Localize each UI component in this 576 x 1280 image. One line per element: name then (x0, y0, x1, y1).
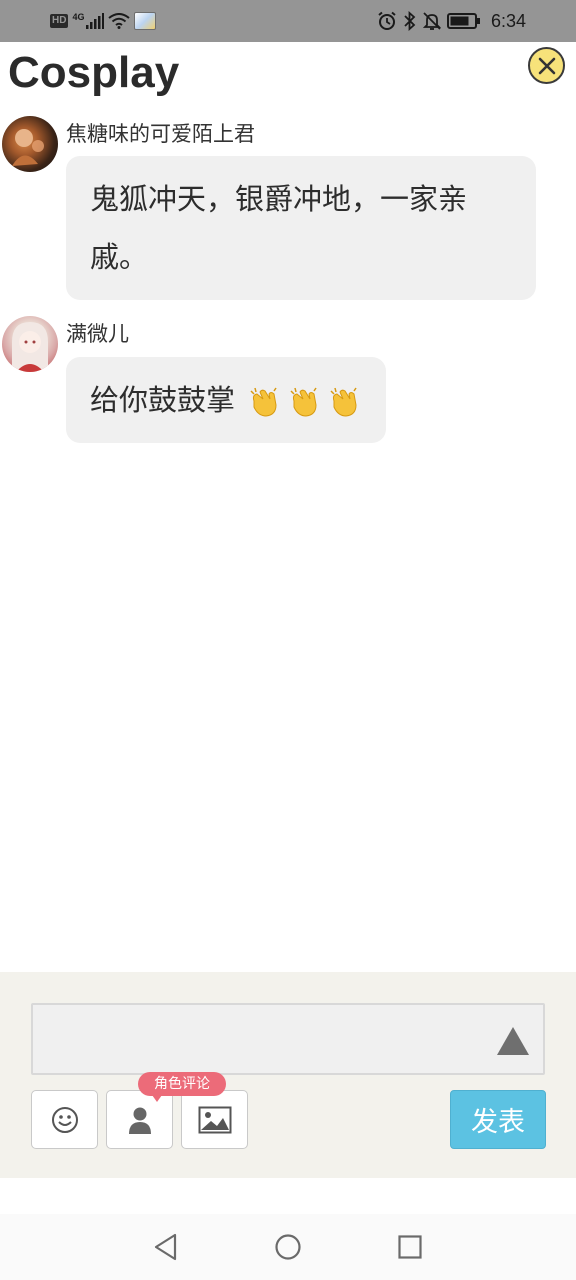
comment-bubble: 给你鼓鼓掌 (66, 357, 387, 443)
notification-app-icon (134, 12, 157, 30)
comment-input[interactable] (43, 1015, 483, 1065)
person-icon (128, 1107, 151, 1134)
status-bar: HD 4G 6:34 (0, 0, 576, 42)
page-title: Cosplay (8, 48, 180, 97)
recents-square-icon[interactable] (395, 1232, 425, 1262)
expand-triangle-icon[interactable] (495, 1023, 531, 1059)
avatar[interactable] (2, 116, 58, 172)
comment-username[interactable]: 满微儿 (66, 320, 129, 348)
home-circle-icon[interactable] (273, 1232, 303, 1262)
image-icon (198, 1106, 231, 1133)
close-button[interactable] (528, 47, 565, 84)
comment-input-box (31, 1003, 545, 1075)
back-triangle-icon[interactable] (151, 1232, 181, 1262)
battery-icon (446, 13, 480, 29)
emoji-button[interactable] (31, 1090, 98, 1149)
status-right-group: 6:34 (377, 9, 526, 33)
mute-bell-icon (422, 12, 441, 30)
comment-text-line: 鬼狐冲天，银爵冲地，一家亲 (90, 182, 468, 216)
comment-text: 给你鼓鼓掌 (90, 383, 236, 417)
comment-text-line: 戚。 (90, 240, 149, 274)
role-comment-button[interactable] (106, 1090, 173, 1149)
status-time: 6:34 (490, 10, 526, 31)
signal-icon (86, 13, 105, 29)
post-button[interactable]: 发表 (450, 1090, 546, 1149)
comment-username[interactable]: 焦糖味的可爱陌上君 (66, 120, 255, 148)
hd-badge: HD (50, 14, 69, 28)
comment-composer: 角色评论 发表 (0, 972, 576, 1178)
clapping-hands-icon (290, 387, 317, 417)
emoji-row (248, 385, 362, 419)
clapping-hands-icon (250, 387, 277, 417)
comment-bubble: 鬼狐冲天，银爵冲地，一家亲 戚。 (66, 156, 536, 300)
clapping-hands-icon (330, 387, 357, 417)
image-button[interactable] (181, 1090, 248, 1149)
status-left-group: HD 4G (50, 10, 157, 32)
role-comment-badge: 角色评论 (138, 1072, 226, 1102)
close-icon (538, 57, 555, 74)
avatar-image (12, 322, 48, 372)
network-type-label: 4G (72, 12, 85, 22)
wifi-icon (108, 13, 131, 29)
avatar[interactable] (2, 316, 58, 372)
avatar-image (12, 129, 44, 166)
smiley-icon (51, 1106, 78, 1133)
alarm-icon (378, 11, 396, 30)
bluetooth-icon (404, 11, 416, 31)
system-nav-bar (0, 1214, 576, 1280)
